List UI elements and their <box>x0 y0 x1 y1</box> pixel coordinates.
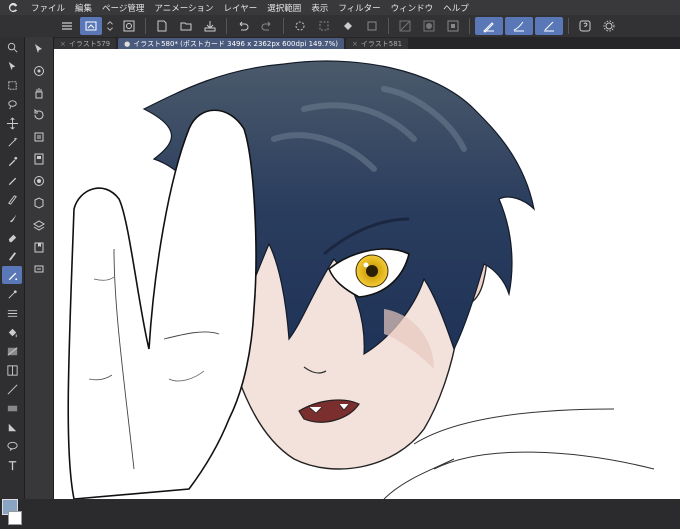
eraser-icon[interactable] <box>2 228 22 246</box>
redo-icon[interactable] <box>256 17 278 35</box>
eyedropper-icon[interactable] <box>2 152 22 170</box>
layer-stack-icon[interactable] <box>28 215 50 235</box>
frame-border-icon[interactable] <box>2 361 22 379</box>
save-icon[interactable] <box>199 17 221 35</box>
close-icon[interactable]: × <box>60 40 66 48</box>
settings-icon[interactable] <box>598 17 620 35</box>
move-layer-icon[interactable] <box>2 114 22 132</box>
hand-shape <box>67 109 257 499</box>
select-icon[interactable] <box>313 17 335 35</box>
camera-icon[interactable] <box>28 171 50 191</box>
material-icon[interactable] <box>28 193 50 213</box>
layer-mask-icon[interactable] <box>418 17 440 35</box>
menu-bar: ファイル 編集 ページ管理 アニメーション レイヤー 選択範囲 表示 フィルター… <box>0 0 680 15</box>
object-icon[interactable] <box>2 57 22 75</box>
layer-list-icon[interactable] <box>28 127 50 147</box>
menu-file[interactable]: ファイル <box>26 2 70 14</box>
new-file-icon[interactable] <box>151 17 173 35</box>
command-bar <box>0 15 680 38</box>
blend-icon[interactable] <box>2 247 22 265</box>
gradient-icon[interactable] <box>2 342 22 360</box>
menu-edit[interactable]: 編集 <box>70 2 97 14</box>
toolbar-divider <box>568 18 569 34</box>
zoom-icon[interactable] <box>2 38 22 56</box>
tab-illust-579[interactable]: × イラスト579 <box>54 38 117 49</box>
select-area-icon[interactable] <box>2 76 22 94</box>
menu-animation[interactable]: アニメーション <box>149 2 218 14</box>
frame-icon[interactable] <box>442 17 464 35</box>
toolbar-divider <box>469 18 470 34</box>
undo-icon[interactable] <box>232 17 254 35</box>
brush-icon[interactable] <box>2 209 22 227</box>
unsaved-dot-icon[interactable]: ● <box>124 40 130 48</box>
fill-icon[interactable] <box>2 323 22 341</box>
selection-layer-icon[interactable] <box>394 17 416 35</box>
deco-icon[interactable] <box>2 285 22 303</box>
open-folder-icon[interactable] <box>175 17 197 35</box>
pen-icon[interactable] <box>2 171 22 189</box>
artwork <box>67 60 655 499</box>
crop-icon[interactable] <box>361 17 383 35</box>
transform-icon[interactable] <box>118 17 140 35</box>
menu-selection[interactable]: 選択範囲 <box>262 2 306 14</box>
help-icon[interactable] <box>574 17 596 35</box>
eye-highlight <box>363 262 369 268</box>
tool-palette <box>0 37 25 525</box>
zoom-in-icon[interactable] <box>28 61 50 81</box>
select-layer-icon[interactable] <box>28 39 50 59</box>
tab-label: イラスト581 <box>360 39 403 48</box>
menu-window[interactable]: ウィンドウ <box>386 2 439 14</box>
tab-illust-581[interactable]: × イラスト581 <box>346 38 409 49</box>
page-icon[interactable] <box>28 149 50 169</box>
menu-filter[interactable]: フィルター <box>333 2 385 14</box>
menu-help[interactable]: ヘルプ <box>438 2 474 14</box>
ruler-icon[interactable] <box>2 399 22 417</box>
reference-icon[interactable] <box>28 237 50 257</box>
correct-line-icon[interactable] <box>2 418 22 436</box>
toolbar-divider <box>388 18 389 34</box>
updown-icon[interactable] <box>104 17 116 35</box>
rotate-icon[interactable] <box>28 105 50 125</box>
text-icon[interactable] <box>2 456 22 474</box>
tab-illust-580[interactable]: ● イラスト580* (ポストカード 3496 x 2362px 600dpi … <box>118 38 344 49</box>
fill-icon[interactable] <box>337 17 359 35</box>
hand-icon[interactable] <box>28 83 50 103</box>
canvas-icon[interactable] <box>80 17 102 35</box>
print-icon[interactable] <box>28 259 50 279</box>
toolbar-divider <box>283 18 284 34</box>
menu-view[interactable]: 表示 <box>306 2 333 14</box>
wand-icon[interactable] <box>2 133 22 151</box>
color-swatch[interactable] <box>2 499 22 529</box>
document-tabs: × イラスト579 ● イラスト580* (ポストカード 3496 x 2362… <box>54 37 680 49</box>
menu-layer[interactable]: レイヤー <box>219 2 263 14</box>
pen-stabilizer-icon-2[interactable] <box>505 17 533 35</box>
figure-icon[interactable] <box>2 380 22 398</box>
balloon-icon[interactable] <box>2 437 22 455</box>
app-logo-icon[interactable] <box>0 2 26 13</box>
hatching-icon[interactable] <box>2 304 22 322</box>
sub-tool-palette <box>25 37 54 499</box>
pen-stabilizer-icon-1[interactable] <box>475 17 503 35</box>
sub-color-swatch[interactable] <box>8 511 22 525</box>
drawing-canvas[interactable] <box>54 49 680 499</box>
eye-pupil <box>366 265 378 277</box>
pen-stabilizer-icon-3[interactable] <box>535 17 563 35</box>
menu-page[interactable]: ページ管理 <box>97 2 149 14</box>
clear-icon[interactable] <box>289 17 311 35</box>
toolbar-divider <box>226 18 227 34</box>
toolbar-divider <box>145 18 146 34</box>
lasso-icon[interactable] <box>2 95 22 113</box>
pencil-icon[interactable] <box>2 190 22 208</box>
close-icon[interactable]: × <box>352 40 358 48</box>
tab-label: イラスト580* (ポストカード 3496 x 2362px 600dpi 14… <box>133 39 338 48</box>
menu-icon[interactable] <box>56 17 78 35</box>
airbrush-icon[interactable] <box>2 266 22 284</box>
tab-label: イラスト579 <box>68 39 111 48</box>
